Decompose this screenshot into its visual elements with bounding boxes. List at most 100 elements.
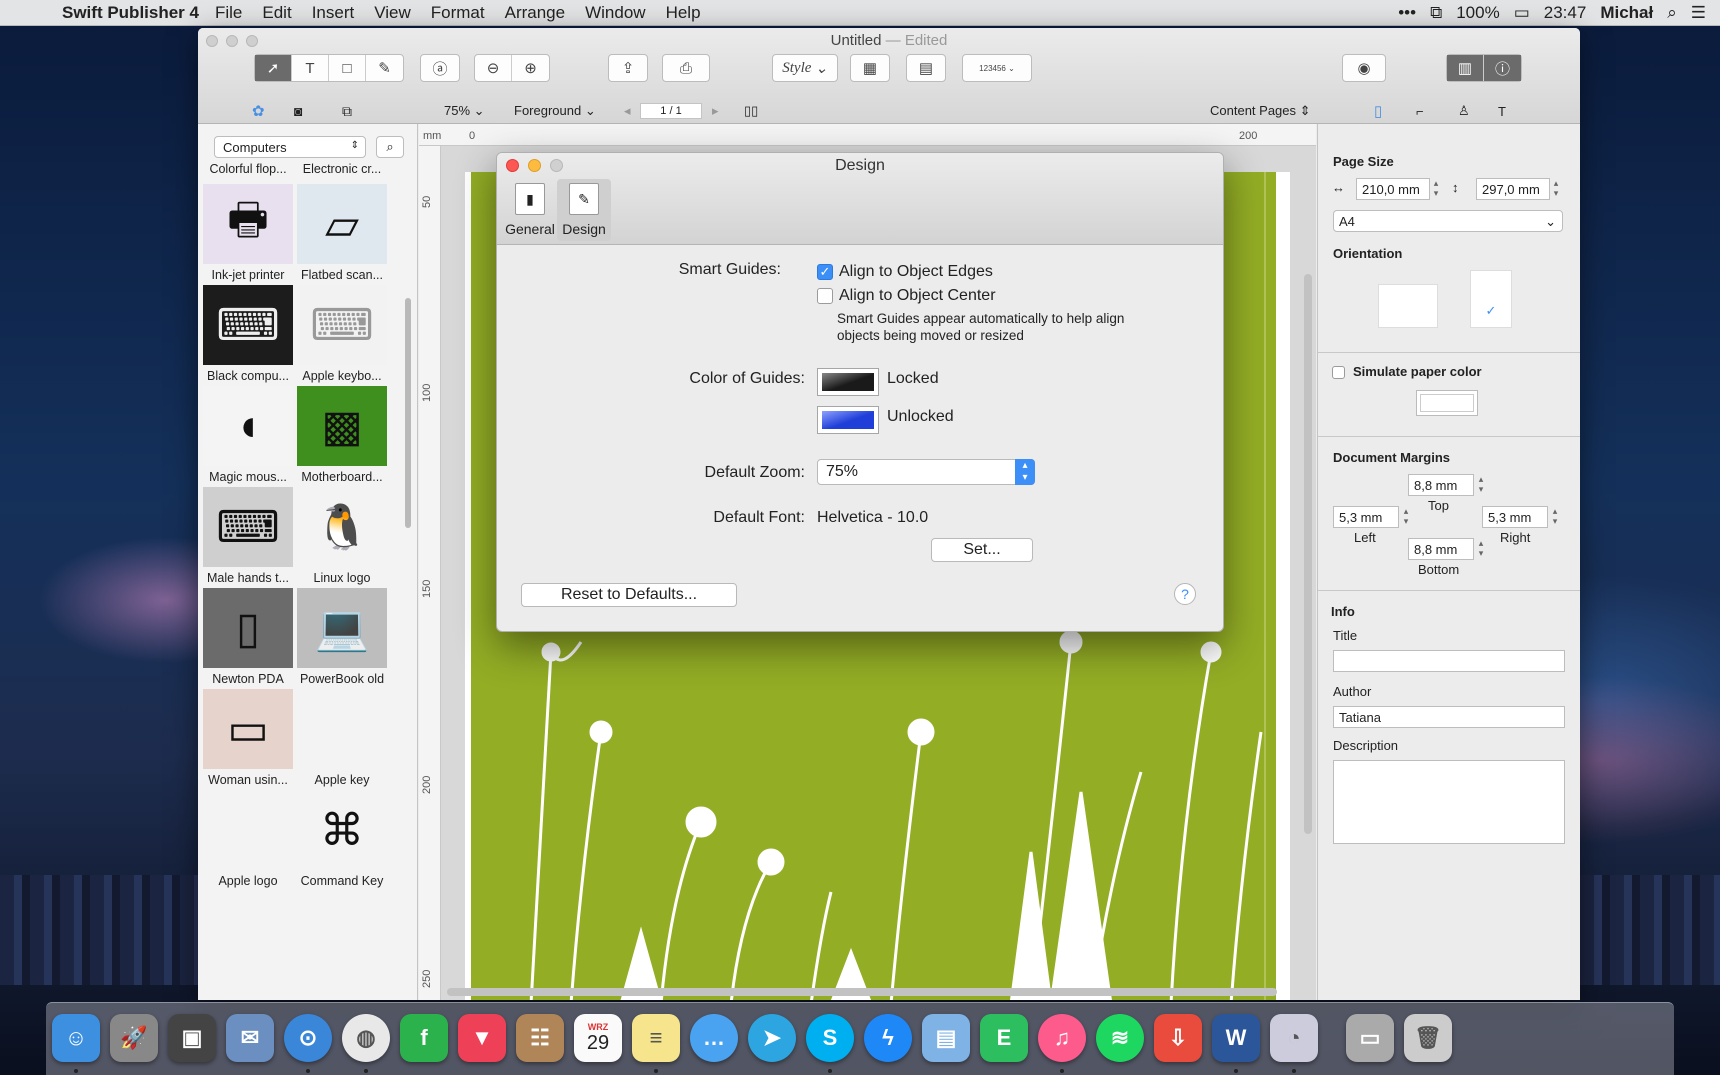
text-tool-icon[interactable]: T	[292, 55, 329, 81]
margin-left-stepper[interactable]: ▴ ▾	[1401, 506, 1411, 528]
library-flower-icon[interactable]: ✿	[252, 102, 265, 120]
margin-bottom-field[interactable]: 8,8 mm	[1408, 538, 1474, 560]
library-search-icon[interactable]: ⌕	[376, 136, 404, 158]
page-indicator[interactable]: 1 / 1	[640, 103, 702, 119]
library-item[interactable]: 🖶 Ink-jet printer	[202, 184, 294, 288]
menu-app-name[interactable]: Swift Publisher 4	[62, 3, 199, 23]
dock-evernote-icon[interactable]: E	[980, 1014, 1028, 1062]
style-menu-button[interactable]: Style ⌄	[772, 54, 838, 82]
spread-view-icon[interactable]: ▯▯	[744, 103, 758, 119]
dock-safari-icon[interactable]: ⊙	[284, 1014, 332, 1062]
library-item[interactable]: Apple key	[296, 689, 388, 793]
table-icon[interactable]: ▦	[850, 54, 890, 82]
unlocked-guide-color-well[interactable]	[817, 406, 879, 434]
margin-left-field[interactable]: 5,3 mm	[1333, 506, 1399, 528]
library-item[interactable]: 🐧 Linux logo	[296, 487, 388, 591]
clock[interactable]: 23:47	[1544, 3, 1587, 23]
next-page-icon[interactable]: ▸	[712, 103, 719, 119]
menu-edit[interactable]: Edit	[262, 3, 291, 23]
select-tool-icon[interactable]: ➚	[255, 55, 292, 81]
author-field[interactable]: Tatiana	[1333, 706, 1565, 728]
library-item[interactable]: ▩ Motherboard...	[296, 386, 388, 490]
library-item-partial[interactable]: Electronic cr...	[296, 162, 388, 178]
library-item[interactable]: ⌨ Apple keybo...	[296, 285, 388, 389]
description-field[interactable]	[1333, 760, 1565, 844]
layout-panel-icon[interactable]: ▥	[1447, 55, 1485, 81]
preview-eye-icon[interactable]: ◉	[1342, 54, 1386, 82]
calendar-insert-icon[interactable]: ▤	[906, 54, 946, 82]
dock-finder-icon[interactable]: ☺	[52, 1014, 100, 1062]
menu-file[interactable]: File	[215, 3, 242, 23]
dock-feedly-icon[interactable]: f	[400, 1014, 448, 1062]
user-name[interactable]: Michał	[1600, 3, 1653, 23]
library-item-partial[interactable]: Colorful flop...	[202, 162, 294, 178]
canvas-horizontal-scrollbar[interactable]	[447, 988, 1277, 996]
notification-center-icon[interactable]: ☰	[1691, 3, 1706, 23]
margin-top-stepper[interactable]: ▴ ▾	[1476, 474, 1486, 496]
dock-photo-booth-icon[interactable]: ▣	[168, 1014, 216, 1062]
pen-tool-icon[interactable]: ✎	[366, 55, 403, 81]
dock-trash-icon[interactable]: 🗑	[1404, 1014, 1452, 1062]
library-scroll-thumb[interactable]	[405, 298, 411, 528]
barcode-button[interactable]: 123456 ⌄	[962, 54, 1032, 82]
spotlight-icon[interactable]: ⌕	[1667, 3, 1677, 23]
category-dropdown[interactable]: Computers ⇕	[214, 136, 366, 158]
document-inspector-icon[interactable]: ▯	[1374, 102, 1382, 120]
library-item[interactable]: ◖ Magic mous...	[202, 386, 294, 490]
landscape-orientation-option[interactable]	[1378, 284, 1438, 328]
menu-arrange[interactable]: Arrange	[505, 3, 565, 23]
text-inspector-icon[interactable]: T	[1498, 104, 1506, 119]
doc-title-field[interactable]	[1333, 650, 1565, 672]
default-zoom-dropdown[interactable]: 75% ▴ ▾	[817, 459, 1035, 485]
dock-mail-icon[interactable]: ✉	[226, 1014, 274, 1062]
dock-chrome-icon[interactable]: ◍	[342, 1014, 390, 1062]
library-item[interactable]: ▯ Newton PDA	[202, 588, 294, 692]
dock-transmit-icon[interactable]: ⇩	[1154, 1014, 1202, 1062]
zoom-out-icon[interactable]: ⊖	[475, 55, 513, 81]
camera-icon[interactable]: ◙	[294, 103, 302, 119]
align-center-checkbox[interactable]	[817, 288, 833, 304]
library-item[interactable]: Apple logo	[202, 790, 294, 894]
locked-guide-color-well[interactable]	[817, 368, 879, 396]
zoom-level-dropdown[interactable]: 75% ⌄	[444, 103, 485, 119]
library-item[interactable]: ⌨ Male hands t...	[202, 487, 294, 591]
paper-size-dropdown[interactable]: A4 ⌄	[1333, 210, 1563, 232]
text-style-icon[interactable]: ⓐ	[420, 54, 460, 82]
dock-word-icon[interactable]: W	[1212, 1014, 1260, 1062]
align-edges-checkbox[interactable]: ✓	[817, 264, 833, 280]
print-icon[interactable]: ⎙	[662, 54, 710, 82]
page-height-field[interactable]: 297,0 mm	[1476, 178, 1550, 200]
margin-bottom-stepper[interactable]: ▴ ▾	[1476, 538, 1486, 560]
dock-launchpad-icon[interactable]: 🚀	[110, 1014, 158, 1062]
dock-pocket-icon[interactable]: ▼	[458, 1014, 506, 1062]
dock-notes-icon[interactable]: ≡	[632, 1014, 680, 1062]
simulate-paper-checkbox[interactable]	[1332, 366, 1345, 379]
portrait-orientation-option[interactable]: ✓	[1470, 270, 1512, 328]
dropbox-icon[interactable]: ⧉	[1430, 3, 1442, 23]
margin-right-stepper[interactable]: ▴ ▾	[1550, 506, 1560, 528]
library-scrollbar[interactable]	[404, 274, 412, 914]
menu-view[interactable]: View	[374, 3, 411, 23]
menu-help[interactable]: Help	[666, 3, 701, 23]
dock-telegram-icon[interactable]: ➤	[748, 1014, 796, 1062]
set-font-button[interactable]: Set...	[931, 538, 1033, 562]
menu-window[interactable]: Window	[585, 3, 645, 23]
more-status-icon[interactable]: •••	[1398, 3, 1416, 23]
dock-itunes-icon[interactable]: ♫	[1038, 1014, 1086, 1062]
library-item[interactable]: 💻 PowerBook old	[296, 588, 388, 692]
battery-icon[interactable]: ▭	[1514, 3, 1530, 23]
dock-swift-publisher-icon[interactable]: ◔	[1270, 1014, 1318, 1062]
dock-skype-icon[interactable]: S	[806, 1014, 854, 1062]
paper-color-well[interactable]	[1416, 390, 1478, 416]
tab-general[interactable]: ▮ General	[503, 179, 557, 241]
fill-inspector-icon[interactable]: ♙	[1458, 103, 1470, 119]
page-width-stepper[interactable]: ▴ ▾	[1431, 178, 1441, 200]
layout-inspector-icon[interactable]: ⌐	[1416, 104, 1424, 119]
shape-tool-icon[interactable]: □	[329, 55, 366, 81]
library-item[interactable]: ▱ Flatbed scan...	[296, 184, 388, 288]
help-button[interactable]: ?	[1174, 583, 1196, 605]
dock-preview-icon[interactable]: ▤	[922, 1014, 970, 1062]
canvas-vertical-scrollbar[interactable]	[1304, 274, 1312, 834]
dock-messages-icon[interactable]: …	[690, 1014, 738, 1062]
prev-page-icon[interactable]: ◂	[624, 103, 631, 119]
